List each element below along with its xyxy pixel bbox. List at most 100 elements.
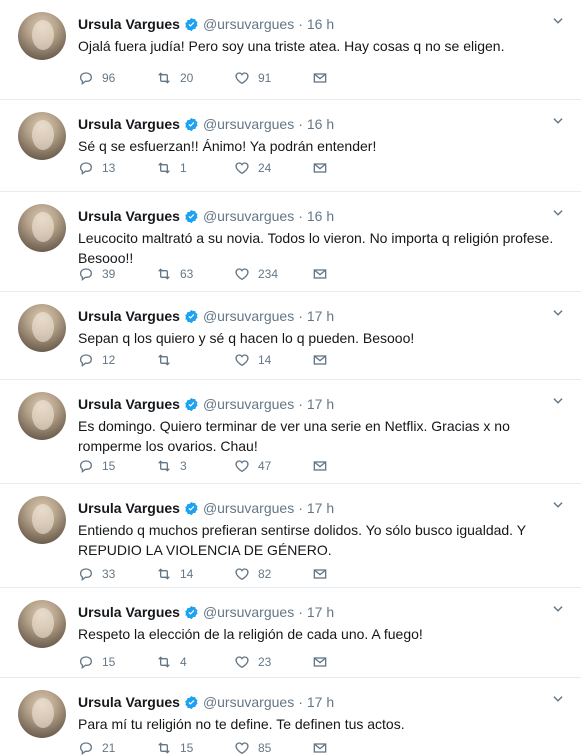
author-name[interactable]: Ursula Vargues (78, 116, 180, 132)
reply-button[interactable]: 12 (78, 350, 115, 370)
chevron-down-icon[interactable] (551, 394, 565, 408)
tweet-actions: 21 15 85 (78, 738, 378, 756)
reply-button[interactable]: 33 (78, 564, 115, 584)
author-name[interactable]: Ursula Vargues (78, 694, 180, 710)
tweet-text: Entiendo q muchos prefieran sentirse dol… (78, 522, 526, 558)
envelope-icon (313, 163, 327, 173)
like-button[interactable]: 23 (234, 652, 271, 672)
retweet-button[interactable]: 3 (156, 456, 187, 476)
chevron-down-icon[interactable] (551, 114, 565, 128)
chevron-down-icon[interactable] (551, 206, 565, 220)
tweet-7[interactable]: Ursula Vargues @ursuvargues · 17 h Para … (0, 678, 581, 756)
like-button[interactable]: 47 (234, 456, 271, 476)
like-button[interactable]: 14 (234, 350, 271, 370)
timestamp[interactable]: 16 h (307, 208, 334, 224)
timestamp[interactable]: 17 h (307, 604, 334, 620)
reply-button[interactable]: 39 (78, 264, 115, 284)
avatar[interactable] (18, 304, 66, 352)
reply-count: 21 (102, 741, 116, 755)
verified-badge-icon (185, 209, 198, 223)
timestamp[interactable]: 16 h (307, 16, 334, 32)
timestamp[interactable]: 17 h (307, 308, 334, 324)
avatar[interactable] (18, 12, 66, 60)
retweet-button[interactable]: 1 (156, 158, 187, 178)
author-handle[interactable]: @ursuvargues (203, 16, 294, 32)
reply-button[interactable]: 96 (78, 68, 115, 88)
tweet-4[interactable]: Ursula Vargues @ursuvargues · 17 h Es do… (0, 380, 581, 484)
avatar[interactable] (18, 112, 66, 160)
like-count: 82 (258, 567, 272, 581)
timestamp[interactable]: 17 h (307, 500, 334, 516)
direct-message-button[interactable] (312, 652, 336, 672)
avatar[interactable] (18, 392, 66, 440)
like-count: 47 (258, 459, 272, 473)
author-handle[interactable]: @ursuvargues (203, 500, 294, 516)
tweet-2[interactable]: Ursula Vargues @ursuvargues · 16 h Leuco… (0, 192, 581, 292)
tweet-0[interactable]: Ursula Vargues @ursuvargues · 16 h Ojalá… (0, 0, 581, 100)
author-handle[interactable]: @ursuvargues (203, 208, 294, 224)
reply-button[interactable]: 13 (78, 158, 115, 178)
verified-badge-icon (185, 117, 198, 131)
author-name[interactable]: Ursula Vargues (78, 208, 180, 224)
timestamp[interactable]: 17 h (307, 694, 334, 710)
avatar[interactable] (18, 496, 66, 544)
timestamp[interactable]: 17 h (307, 396, 334, 412)
retweet-count: 1 (180, 161, 187, 175)
author-name[interactable]: Ursula Vargues (78, 604, 180, 620)
avatar[interactable] (18, 600, 66, 648)
author-name[interactable]: Ursula Vargues (78, 396, 180, 412)
tweet-3[interactable]: Ursula Vargues @ursuvargues · 17 h Sepan… (0, 292, 581, 380)
timestamp[interactable]: 16 h (307, 116, 334, 132)
direct-message-button[interactable] (312, 564, 336, 584)
retweet-button[interactable]: 63 (156, 264, 193, 284)
tweet-6[interactable]: Ursula Vargues @ursuvargues · 17 h Respe… (0, 588, 581, 678)
chevron-down-icon[interactable] (551, 14, 565, 28)
author-handle[interactable]: @ursuvargues (203, 116, 294, 132)
author-name[interactable]: Ursula Vargues (78, 500, 180, 516)
reply-icon (79, 656, 93, 670)
retweet-button[interactable]: 20 (156, 68, 193, 88)
envelope-icon (313, 73, 327, 83)
chevron-down-icon[interactable] (551, 498, 565, 512)
tweet-actions: 39 63 234 (78, 264, 378, 284)
retweet-button[interactable]: 4 (156, 652, 187, 672)
tweet-actions: 15 4 23 (78, 652, 378, 672)
like-button[interactable]: 91 (234, 68, 271, 88)
like-button[interactable]: 85 (234, 738, 271, 756)
retweet-button[interactable]: 15 (156, 738, 193, 756)
retweet-button[interactable] (156, 350, 180, 370)
heart-icon (235, 72, 249, 85)
reply-button[interactable]: 15 (78, 456, 115, 476)
tweet-5[interactable]: Ursula Vargues @ursuvargues · 17 h Entie… (0, 484, 581, 588)
retweet-button[interactable]: 14 (156, 564, 193, 584)
chevron-down-icon[interactable] (551, 602, 565, 616)
direct-message-button[interactable] (312, 264, 336, 284)
author-name[interactable]: Ursula Vargues (78, 16, 180, 32)
direct-message-button[interactable] (312, 456, 336, 476)
reply-button[interactable]: 15 (78, 652, 115, 672)
direct-message-button[interactable] (312, 738, 336, 756)
author-name[interactable]: Ursula Vargues (78, 308, 180, 324)
chevron-down-icon[interactable] (551, 306, 565, 320)
direct-message-button[interactable] (312, 158, 336, 178)
author-handle[interactable]: @ursuvargues (203, 308, 294, 324)
author-handle[interactable]: @ursuvargues (203, 694, 294, 710)
verified-badge-icon (185, 17, 198, 31)
separator-dot: · (298, 116, 303, 132)
direct-message-button[interactable] (312, 350, 336, 370)
envelope-icon (313, 355, 327, 365)
like-button[interactable]: 24 (234, 158, 271, 178)
author-handle[interactable]: @ursuvargues (203, 604, 294, 620)
tweet-1[interactable]: Ursula Vargues @ursuvargues · 16 h Sé q … (0, 100, 581, 192)
reply-button[interactable]: 21 (78, 738, 115, 756)
reply-icon (79, 568, 93, 582)
like-button[interactable]: 234 (234, 264, 278, 284)
avatar[interactable] (18, 204, 66, 252)
chevron-down-icon[interactable] (551, 692, 565, 706)
reply-count: 12 (102, 353, 116, 367)
reply-icon (79, 162, 93, 176)
direct-message-button[interactable] (312, 68, 336, 88)
author-handle[interactable]: @ursuvargues (203, 396, 294, 412)
avatar[interactable] (18, 690, 66, 738)
like-button[interactable]: 82 (234, 564, 271, 584)
